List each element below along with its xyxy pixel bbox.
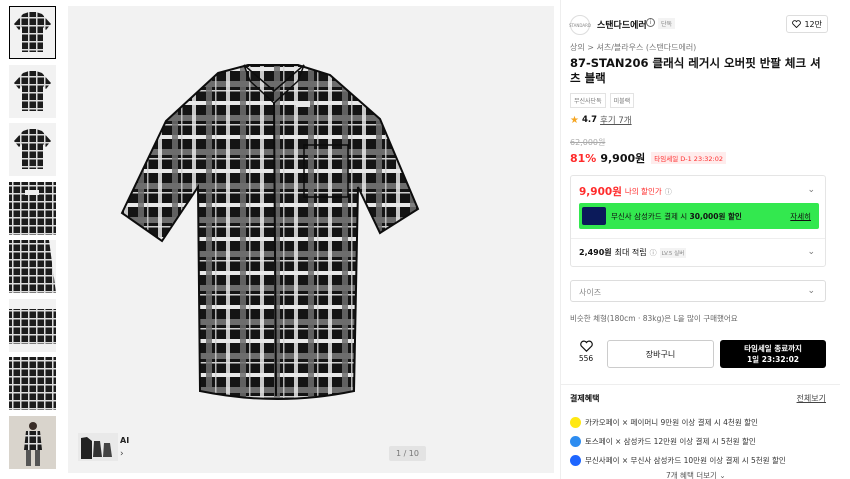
thumbnail-7[interactable] bbox=[9, 357, 56, 410]
card-detail-link[interactable]: 자세히 bbox=[790, 211, 811, 222]
rating-value: 4.7 bbox=[581, 115, 598, 125]
sale-price: 9,900원 bbox=[600, 152, 646, 165]
chevron-right-icon[interactable]: › bbox=[120, 449, 124, 459]
thumbnail-8-model[interactable] bbox=[9, 415, 56, 469]
action-row: 556 장바구니 타임세일 종료까지 1일 23:32:02 bbox=[570, 340, 826, 368]
info-icon[interactable]: ⓘ bbox=[650, 248, 657, 258]
price-row: 81% 9,900원 타임세일 D-1 23:32:02 bbox=[570, 150, 726, 166]
thumbnail-2[interactable] bbox=[9, 64, 56, 118]
brand-like-button[interactable]: 12만 bbox=[786, 15, 828, 33]
cart-button[interactable]: 장바구니 bbox=[607, 340, 714, 368]
discount-rate: 81% bbox=[570, 151, 597, 165]
size-select[interactable]: 사이즈 ⌄ bbox=[570, 280, 826, 302]
my-price-row[interactable]: 9,900원 나의 할인가 ⓘ bbox=[579, 184, 672, 199]
my-price-label: 나의 할인가 bbox=[624, 187, 662, 196]
shirt-image bbox=[120, 64, 420, 400]
breadcrumb[interactable]: 상의 > 셔츠/블라우스 (스탠다드에러) bbox=[570, 42, 696, 53]
list-item: 카카오페이 × 페이머니 9만원 이상 결제 시 4천원 할인 bbox=[570, 413, 786, 432]
size-recommendation: 비슷한 체형(180cm · 83kg)은 L을 많이 구매했어요 bbox=[570, 314, 738, 323]
like-button[interactable]: 556 bbox=[573, 340, 599, 363]
brand-like-count: 12만 bbox=[804, 19, 822, 29]
payment-benefit-text: 토스페이 × 삼성카드 12만원 이상 결제 시 5천원 할인 bbox=[585, 437, 756, 446]
payment-benefits-title: 결제혜택 bbox=[570, 394, 600, 403]
rating-row: ★ 4.7 후기 7개 bbox=[570, 114, 632, 127]
list-item: 토스페이 × 삼성카드 12만원 이상 결제 시 5천원 할인 bbox=[570, 432, 786, 451]
star-icon: ★ bbox=[570, 114, 579, 126]
ai-styling-thumbnail[interactable] bbox=[78, 433, 118, 461]
more-benefits-button[interactable]: 7개 혜택 더보기 ⌄ bbox=[666, 470, 726, 479]
payment-benefit-text: 카카오페이 × 페이머니 9만원 이상 결제 시 4천원 할인 bbox=[585, 418, 758, 427]
benefit-box: 9,900원 나의 할인가 ⓘ ⌄ 무신사 삼성카드 결제 시 30,000원 … bbox=[570, 175, 826, 267]
tosspay-icon bbox=[570, 436, 581, 447]
divider bbox=[560, 0, 561, 479]
chevron-down-icon[interactable]: ⌄ bbox=[807, 185, 815, 195]
card-promo-text: 무신사 삼성카드 결제 시 30,000원 할인 bbox=[611, 211, 742, 221]
brand-row: STANDARD 스탠다드에러 i 단독 12만 bbox=[569, 13, 828, 35]
original-price: 62,000원 bbox=[570, 138, 606, 147]
buy-button-line1: 타임세일 종료까지 bbox=[744, 344, 802, 353]
thumbnail-3[interactable] bbox=[9, 123, 56, 176]
size-placeholder: 사이즈 bbox=[579, 288, 602, 297]
card-image bbox=[582, 207, 606, 225]
list-item: 무신사페이 × 무신사 삼성카드 10만원 이상 결제 시 5천원 할인 bbox=[570, 451, 786, 470]
info-icon[interactable]: ⓘ bbox=[665, 187, 672, 197]
chevron-down-icon: ⌄ bbox=[719, 471, 726, 479]
thumbnail-strip bbox=[9, 6, 57, 474]
payment-benefit-text: 무신사페이 × 무신사 삼성카드 10만원 이상 결제 시 5천원 할인 bbox=[585, 456, 786, 465]
like-count: 556 bbox=[578, 354, 594, 363]
payment-benefits-header: 결제혜택 전체보기 bbox=[570, 393, 826, 404]
info-icon[interactable]: i bbox=[646, 18, 655, 27]
ai-label: AI bbox=[120, 436, 130, 445]
thumbnail-4[interactable] bbox=[9, 181, 56, 235]
buy-button[interactable]: 타임세일 종료까지 1일 23:32:02 bbox=[720, 340, 826, 368]
brand-exclusive-tag: 단독 bbox=[658, 18, 676, 29]
my-price-value: 9,900원 bbox=[579, 186, 622, 198]
thumbnail-1[interactable] bbox=[9, 6, 56, 59]
chevron-down-icon: ⌄ bbox=[807, 286, 815, 296]
points-amount: 2,490원 bbox=[579, 248, 612, 257]
points-label: 최대 적립 bbox=[614, 248, 647, 257]
timesale-badge: 타임세일 D-1 23:32:02 bbox=[651, 152, 726, 164]
thumbnail-6[interactable] bbox=[9, 298, 56, 352]
product-chips: 무신사단독 미블랙 bbox=[570, 93, 635, 108]
heart-icon bbox=[579, 340, 593, 352]
brand-logo[interactable]: STANDARD bbox=[569, 15, 591, 35]
chip-color: 미블랙 bbox=[609, 93, 635, 108]
chevron-down-icon[interactable]: ⌄ bbox=[807, 247, 815, 257]
heart-icon bbox=[792, 20, 802, 28]
image-counter: 1 / 10 bbox=[388, 446, 426, 461]
points-row[interactable]: 2,490원 최대 적립 ⓘ LV.5 실버 bbox=[579, 247, 687, 258]
musinsapay-icon bbox=[570, 455, 581, 466]
thumbnail-5[interactable] bbox=[9, 240, 56, 293]
divider bbox=[560, 384, 840, 385]
product-title: 87-STAN206 클래식 레거시 오버핏 반팔 체크 셔츠 블랙 bbox=[570, 56, 821, 85]
level-badge: LV.5 실버 bbox=[659, 247, 687, 258]
buy-button-line2: 1일 23:32:02 bbox=[746, 355, 800, 364]
view-all-link[interactable]: 전체보기 bbox=[797, 393, 826, 404]
chip-exclusive: 무신사단독 bbox=[570, 93, 606, 108]
review-link[interactable]: 후기 7개 bbox=[600, 114, 632, 126]
divider bbox=[571, 238, 825, 239]
kakaopay-icon bbox=[570, 417, 581, 428]
payment-benefits-list: 카카오페이 × 페이머니 9만원 이상 결제 시 4천원 할인 토스페이 × 삼… bbox=[570, 413, 786, 470]
brand-name[interactable]: 스탠다드에러 bbox=[597, 18, 647, 31]
card-promo-banner[interactable]: 무신사 삼성카드 결제 시 30,000원 할인 자세히 bbox=[579, 203, 819, 229]
main-product-image[interactable]: AI › 1 / 10 bbox=[68, 6, 554, 473]
